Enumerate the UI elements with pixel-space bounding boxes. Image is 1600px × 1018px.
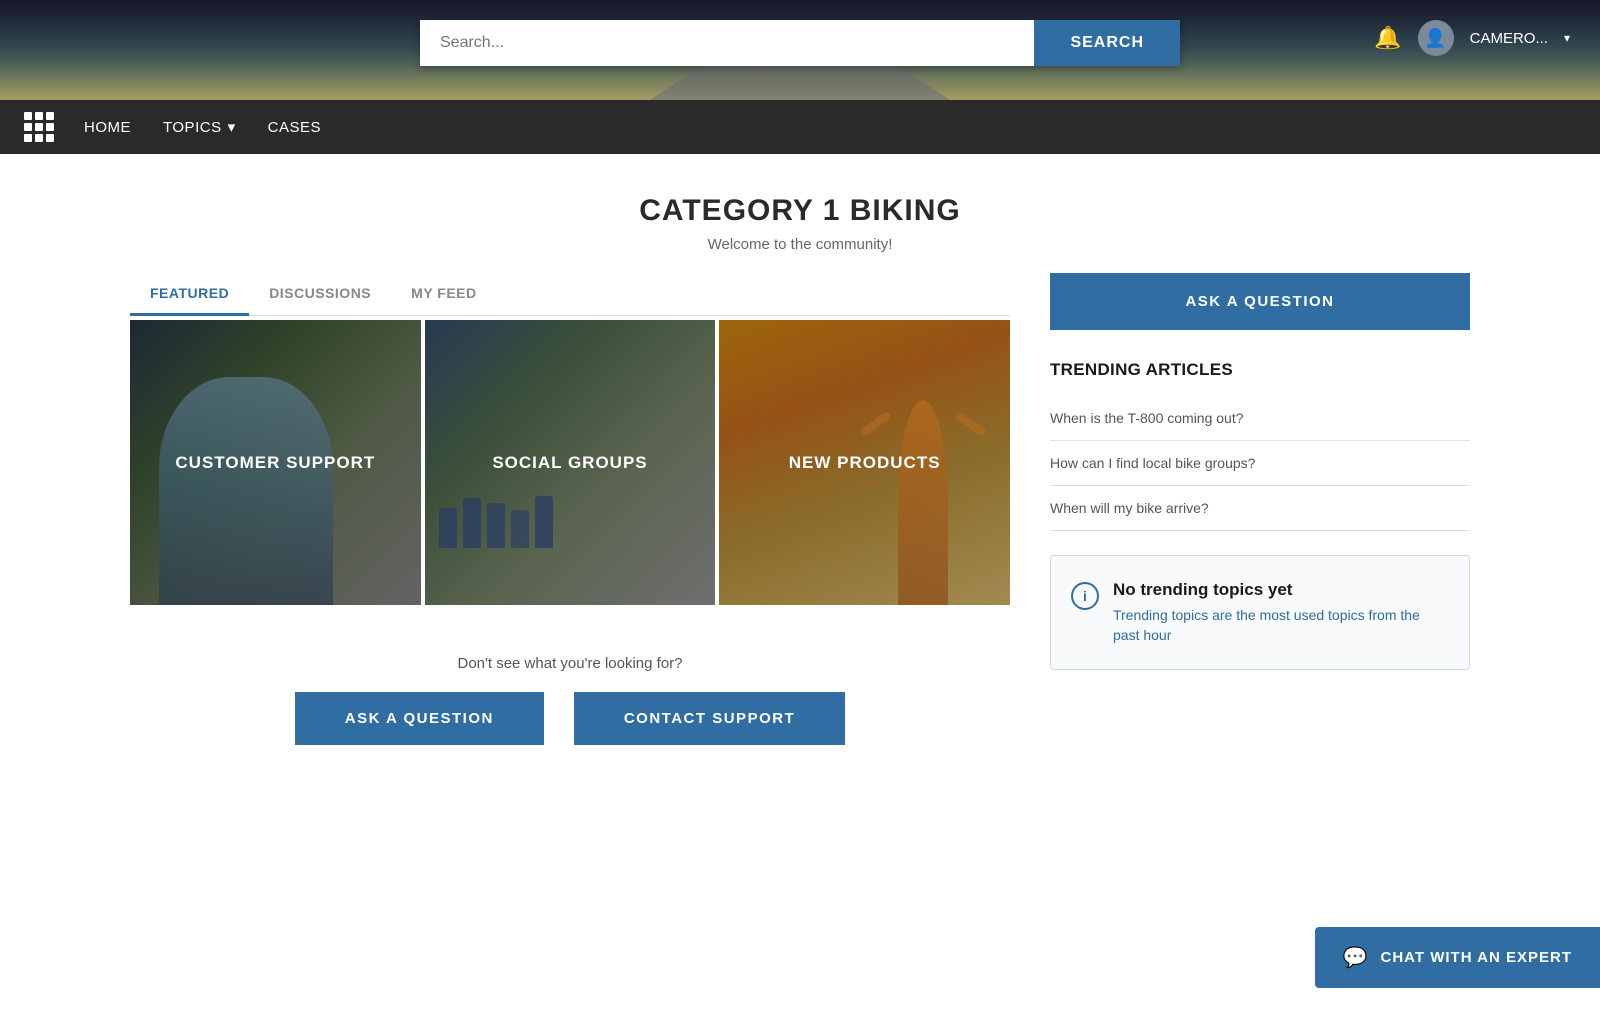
- avatar-icon: 👤: [1424, 28, 1446, 49]
- grid-dot: [35, 134, 43, 142]
- tabs-bar: FEATURED DISCUSSIONS MY FEED: [130, 273, 1010, 316]
- tab-discussions[interactable]: DISCUSSIONS: [249, 273, 391, 316]
- person-decoration: [159, 377, 333, 605]
- nav-item-topics[interactable]: TOPICS ▾: [163, 102, 236, 152]
- trending-section: TRENDING ARTICLES When is the T-800 comi…: [1050, 360, 1470, 531]
- bell-icon[interactable]: 🔔: [1374, 25, 1401, 51]
- trending-article-2[interactable]: How can I find local bike groups?: [1050, 441, 1470, 486]
- grid-dot: [46, 112, 54, 120]
- cyclists-decoration: [439, 496, 553, 548]
- grid-dot: [24, 134, 32, 142]
- tab-featured[interactable]: FEATURED: [130, 273, 249, 316]
- ask-question-sidebar-button[interactable]: ASK A QUESTION: [1050, 273, 1470, 330]
- nav-item-cases[interactable]: CASES: [268, 103, 321, 152]
- chat-with-expert-button[interactable]: 💬 CHAT WITH AN EXPERT: [1315, 927, 1600, 988]
- trending-article-3[interactable]: When will my bike arrive?: [1050, 486, 1470, 531]
- no-trending-title: No trending topics yet: [1113, 580, 1449, 600]
- chat-expert-label: CHAT WITH AN EXPERT: [1381, 949, 1573, 966]
- nav-topics-label: TOPICS: [163, 119, 222, 136]
- grid-dot: [24, 112, 32, 120]
- ask-question-footer-button[interactable]: ASK A QUESTION: [295, 692, 544, 745]
- chevron-down-icon: ▾: [228, 118, 236, 136]
- nav-bar: HOME TOPICS ▾ CASES: [0, 100, 1600, 154]
- page-title: CATEGORY 1 BIKING: [130, 194, 1470, 228]
- no-trending-box: i No trending topics yet Trending topics…: [1050, 555, 1470, 670]
- trending-title: TRENDING ARTICLES: [1050, 360, 1470, 380]
- card-customer-label: CUSTOMER SUPPORT: [175, 453, 375, 473]
- search-button[interactable]: SEARCH: [1034, 20, 1180, 66]
- main-content: CATEGORY 1 BIKING Welcome to the communi…: [100, 154, 1500, 775]
- trending-article-1[interactable]: When is the T-800 coming out?: [1050, 396, 1470, 441]
- page-subtitle: Welcome to the community!: [130, 236, 1470, 253]
- nav-item-home[interactable]: HOME: [84, 103, 131, 152]
- page-title-section: CATEGORY 1 BIKING Welcome to the communi…: [130, 154, 1470, 273]
- grid-dot: [35, 123, 43, 131]
- footer-cta-buttons: ASK A QUESTION CONTACT SUPPORT: [130, 692, 1010, 745]
- card-new-products[interactable]: NEW PRODUCTS: [719, 320, 1010, 605]
- card-social-label: SOCIAL GROUPS: [492, 453, 647, 473]
- search-bar: SEARCH: [420, 20, 1180, 66]
- card-products-label: NEW PRODUCTS: [789, 453, 941, 473]
- search-input[interactable]: [420, 20, 1034, 66]
- user-area: 🔔 👤 CAMERO... ▾: [1374, 20, 1570, 56]
- grid-icon[interactable]: [24, 112, 54, 142]
- footer-cta-text: Don't see what you're looking for?: [130, 655, 1010, 672]
- cards-grid: CUSTOMER SUPPORT SOCIAL GROUPS: [130, 320, 1010, 605]
- card-social-groups[interactable]: SOCIAL GROUPS: [425, 320, 716, 605]
- grid-dot: [35, 112, 43, 120]
- tab-myfeed[interactable]: MY FEED: [391, 273, 496, 316]
- content-layout: FEATURED DISCUSSIONS MY FEED CUSTOMER SU…: [130, 273, 1470, 775]
- no-trending-desc: Trending topics are the most used topics…: [1113, 606, 1449, 645]
- avatar[interactable]: 👤: [1418, 20, 1454, 56]
- header-banner: SEARCH 🔔 👤 CAMERO... ▾: [0, 0, 1600, 100]
- right-sidebar: ASK A QUESTION TRENDING ARTICLES When is…: [1050, 273, 1470, 670]
- chevron-down-icon[interactable]: ▾: [1564, 31, 1570, 45]
- left-section: FEATURED DISCUSSIONS MY FEED CUSTOMER SU…: [130, 273, 1010, 775]
- grid-dot: [24, 123, 32, 131]
- info-icon: i: [1071, 582, 1099, 610]
- victory-decoration: [865, 377, 981, 605]
- card-customer-support[interactable]: CUSTOMER SUPPORT: [130, 320, 421, 605]
- contact-support-button[interactable]: CONTACT SUPPORT: [574, 692, 845, 745]
- grid-dot: [46, 123, 54, 131]
- grid-dot: [46, 134, 54, 142]
- no-trending-content: No trending topics yet Trending topics a…: [1113, 580, 1449, 645]
- username-label[interactable]: CAMERO...: [1470, 30, 1548, 47]
- chat-bubble-icon: 💬: [1343, 945, 1369, 970]
- footer-cta: Don't see what you're looking for? ASK A…: [130, 605, 1010, 775]
